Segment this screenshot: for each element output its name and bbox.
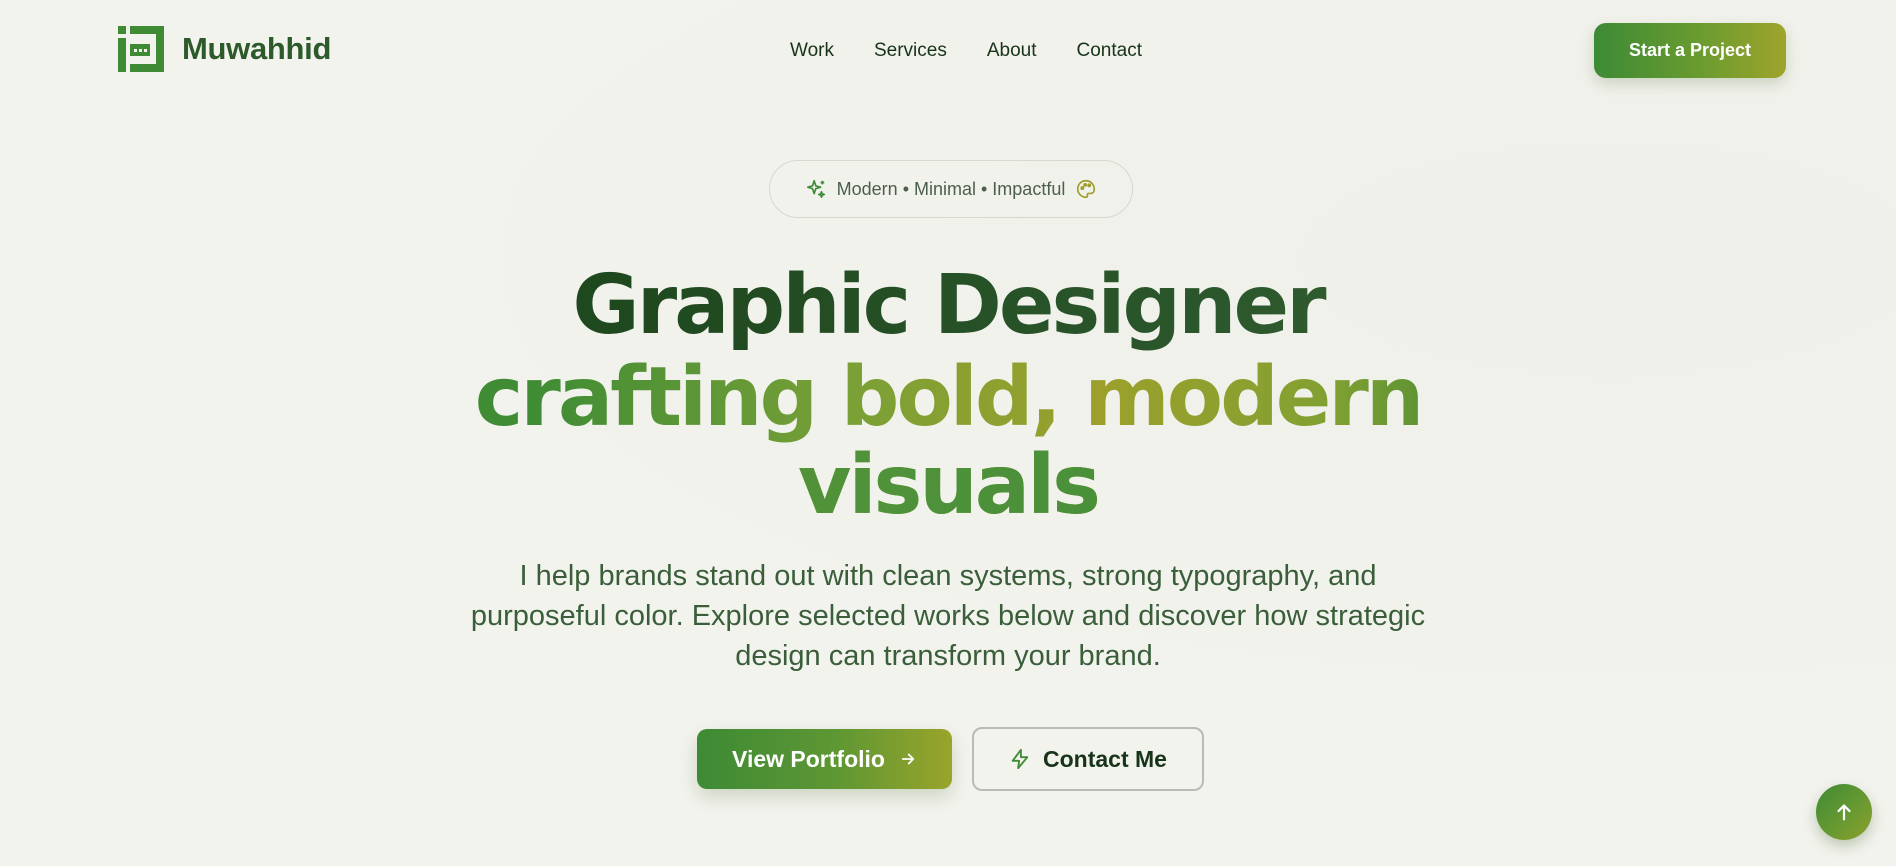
view-portfolio-button[interactable]: View Portfolio xyxy=(697,729,952,789)
page: Muwahhid Work Services About Contact Sta… xyxy=(0,0,1896,866)
main-nav: Work Services About Contact xyxy=(790,40,1142,62)
tagline-badge: Modern • Minimal • Impactful xyxy=(769,160,1133,218)
brand-logo[interactable]: Muwahhid xyxy=(118,26,331,72)
hero-description: I help brands stand out with clean syste… xyxy=(470,560,1426,672)
nav-item-about[interactable]: About xyxy=(987,40,1037,62)
contact-me-button[interactable]: Contact Me xyxy=(972,727,1204,791)
arrow-up-icon xyxy=(1837,804,1851,821)
nav-item-work[interactable]: Work xyxy=(790,40,834,62)
lightning-icon xyxy=(1011,748,1029,770)
tagline-text: Modern • Minimal • Impactful xyxy=(836,178,1066,199)
start-project-button[interactable]: Start a Project xyxy=(1594,23,1786,78)
view-portfolio-label: View Portfolio xyxy=(732,745,885,772)
logo-mark-icon xyxy=(118,26,164,72)
palette-icon xyxy=(1077,179,1096,199)
arrow-right-icon xyxy=(901,753,915,765)
contact-me-label: Contact Me xyxy=(1043,745,1167,772)
nav-item-services[interactable]: Services xyxy=(874,40,947,62)
sparkle-icon xyxy=(806,179,825,199)
headline-line-2: crafting bold, modern xyxy=(474,350,1422,445)
headline-primary: Graphic Designer xyxy=(0,258,1896,354)
brand-name: Muwahhid xyxy=(182,31,332,66)
scroll-to-top-button[interactable] xyxy=(1816,784,1872,840)
headline-line-3: visuals xyxy=(0,438,1896,534)
nav-item-contact[interactable]: Contact xyxy=(1077,40,1142,62)
headline-secondary: crafting bold, modern visuals xyxy=(0,350,1896,534)
